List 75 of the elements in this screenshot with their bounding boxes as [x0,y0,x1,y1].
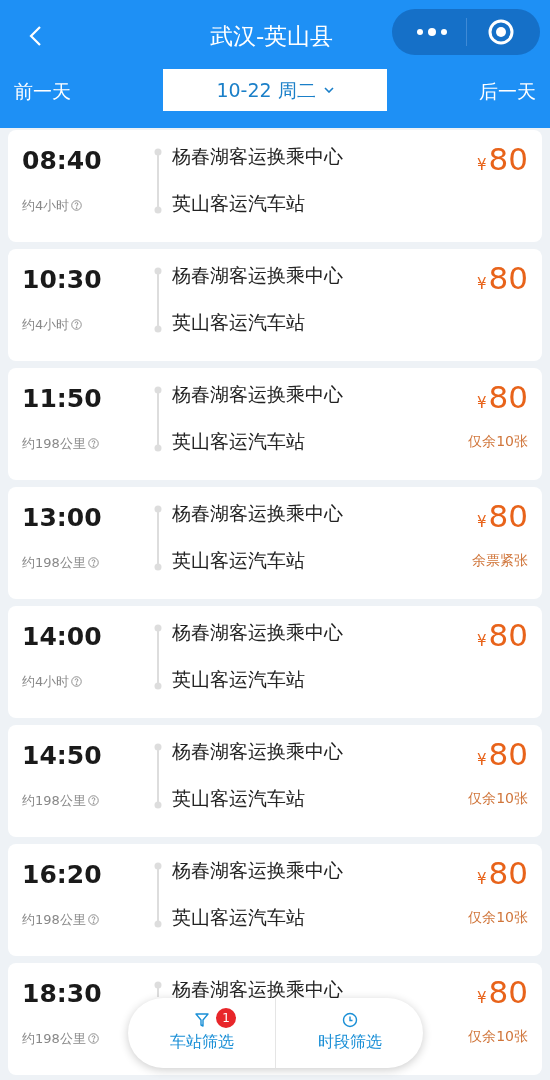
ticket-price: ¥80 [477,854,528,893]
route-line-icon [154,862,162,928]
route-line-icon [154,505,162,571]
arrival-station: 英山客运汽车站 [172,190,306,216]
route-line-icon [154,386,162,452]
departure-station: 杨春湖客运换乘中心 [172,501,343,526]
route-line-icon [154,267,162,333]
filter-button[interactable]: 时段筛选 [276,1012,423,1054]
trip-card[interactable]: 08:40 约4小时 杨春湖客运换乘中心 英山客运汽车站 ¥80 [8,130,542,242]
trip-card[interactable]: 13:00 约198公里 杨春湖客运换乘中心 英山客运汽车站 ¥80 余票紧张 [8,487,542,599]
departure-time: 11:50 [22,383,103,415]
help-icon[interactable] [71,199,83,211]
departure-time: 16:20 [22,859,103,891]
ticket-price: ¥80 [477,735,528,774]
trip-info: 约198公里 [22,552,148,572]
trip-info: 约198公里 [22,909,148,929]
departure-time: 10:30 [22,264,103,296]
trip-info: 约198公里 [22,433,148,453]
ticket-availability: 仅余10张 [468,431,528,451]
arrival-station: 英山客运汽车站 [172,904,306,930]
arrival-station: 英山客运汽车站 [172,309,306,335]
target-icon[interactable] [487,18,515,46]
departure-station: 杨春湖客运换乘中心 [172,858,343,883]
trip-card[interactable]: 14:00 约4小时 杨春湖客运换乘中心 英山客运汽车站 ¥80 [8,606,542,718]
route-line-icon [154,624,162,690]
route-line-icon [154,981,162,997]
ticket-price: ¥80 [477,973,528,1012]
ticket-price: ¥80 [477,497,528,536]
trip-card[interactable]: 10:30 约4小时 杨春湖客运换乘中心 英山客运汽车站 ¥80 [8,249,542,361]
route-line-icon [154,148,162,214]
help-icon[interactable] [71,675,83,687]
trip-info: 约4小时 [22,314,148,334]
back-icon[interactable] [28,25,42,47]
ticket-price: ¥80 [477,259,528,298]
help-icon[interactable] [87,1032,99,1044]
page-title: 武汉-英山县 [210,21,334,51]
departure-station: 杨春湖客运换乘中心 [172,977,343,1002]
departure-station: 杨春湖客运换乘中心 [172,144,343,169]
departure-station: 杨春湖客运换乘中心 [172,739,343,764]
trip-card[interactable]: 16:20 约198公里 杨春湖客运换乘中心 英山客运汽车站 ¥80 仅余10张 [8,844,542,956]
help-icon[interactable] [87,794,99,806]
arrival-station: 英山客运汽车站 [172,666,306,692]
ticket-availability: 仅余10张 [468,788,528,808]
help-icon[interactable] [87,437,99,449]
trip-card[interactable]: 11:50 约198公里 杨春湖客运换乘中心 英山客运汽车站 ¥80 仅余10张 [8,368,542,480]
departure-time: 14:00 [22,621,103,653]
filter-icon [193,1012,210,1028]
arrival-station: 英山客运汽车站 [172,428,306,454]
departure-time: 14:50 [22,740,103,772]
ticket-price: ¥80 [477,378,528,417]
count-badge: 1 [216,1008,236,1028]
departure-time: 08:40 [22,145,103,177]
chevron-down-icon [323,87,334,93]
ticket-price: ¥80 [477,140,528,179]
help-icon[interactable] [87,913,99,925]
route-line-icon [154,743,162,809]
departure-time: 13:00 [22,502,103,534]
help-icon[interactable] [87,556,99,568]
arrival-station: 英山客运汽车站 [172,785,306,811]
ticket-availability: 仅余10张 [468,907,528,927]
trip-info: 约198公里 [22,790,148,810]
ticket-availability: 仅余10张 [468,1026,528,1046]
departure-station: 杨春湖客运换乘中心 [172,263,343,288]
departure-station: 杨春湖客运换乘中心 [172,382,343,407]
trip-card[interactable]: 14:50 约198公里 杨春湖客运换乘中心 英山客运汽车站 ¥80 仅余10张 [8,725,542,837]
ticket-price: ¥80 [477,616,528,655]
date-picker[interactable]: 10-22 周二 [163,69,387,111]
clock-icon [341,1012,358,1028]
ticket-availability: 余票紧张 [472,550,528,570]
departure-time: 18:30 [22,978,103,1010]
trip-info: 约4小时 [22,195,148,215]
trip-info: 约4小时 [22,671,148,691]
departure-station: 杨春湖客运换乘中心 [172,620,343,645]
arrival-station: 英山客运汽车站 [172,547,306,573]
help-icon[interactable] [71,318,83,330]
